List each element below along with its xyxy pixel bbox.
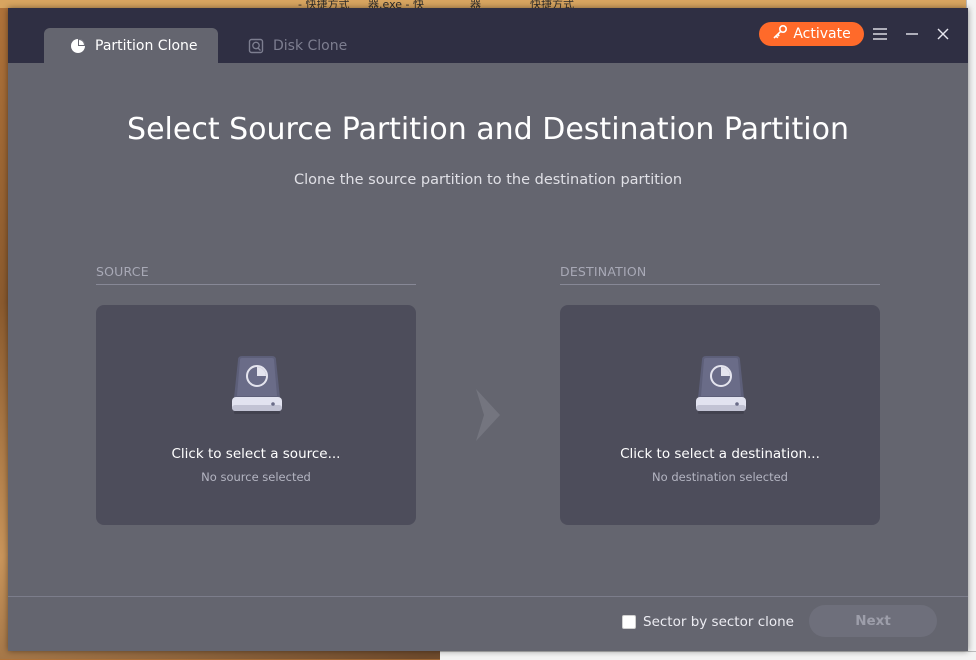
destination-section-label: DESTINATION <box>560 264 647 279</box>
footer-divider <box>8 596 968 597</box>
source-select-card[interactable]: Click to select a source... No source se… <box>96 305 416 525</box>
pie-chart-icon <box>70 38 86 54</box>
minimize-icon[interactable] <box>902 24 922 44</box>
sector-clone-checkbox[interactable] <box>622 615 636 629</box>
title-bar: Partition Clone Disk Clone Activate <box>8 8 968 63</box>
chevron-right-icon <box>470 383 504 447</box>
app-window: Partition Clone Disk Clone Activate Sele… <box>8 8 968 651</box>
page-subtitle: Clone the source partition to the destin… <box>293 172 683 188</box>
disk-icon <box>248 38 264 54</box>
destination-select-card[interactable]: Click to select a destination... No dest… <box>560 305 880 525</box>
destination-divider <box>560 284 880 285</box>
activate-label: Activate <box>793 26 851 42</box>
drive-icon <box>692 354 750 416</box>
desktop-top-strip: - 快捷方式 器.exe - 快 器 快捷方式 <box>0 0 976 11</box>
key-icon <box>772 24 788 44</box>
tab-label: Partition Clone <box>95 37 198 54</box>
source-section-label: SOURCE <box>96 264 149 279</box>
tab-disk-clone[interactable]: Disk Clone <box>248 28 358 63</box>
close-icon[interactable] <box>933 24 953 44</box>
activate-button[interactable]: Activate <box>759 22 864 46</box>
sector-clone-label[interactable]: Sector by sector clone <box>643 614 794 630</box>
source-card-status: No source selected <box>201 470 311 484</box>
source-card-title: Click to select a source... <box>171 446 341 462</box>
next-button[interactable]: Next <box>809 605 937 637</box>
destination-card-title: Click to select a destination... <box>620 446 820 462</box>
destination-card-status: No destination selected <box>652 470 788 484</box>
drive-icon <box>228 354 286 416</box>
tab-partition-clone[interactable]: Partition Clone <box>44 28 218 63</box>
tab-label: Disk Clone <box>273 37 348 54</box>
source-divider <box>96 284 416 285</box>
menu-icon[interactable] <box>870 24 890 44</box>
page-title: Select Source Partition and Destination … <box>127 112 849 147</box>
